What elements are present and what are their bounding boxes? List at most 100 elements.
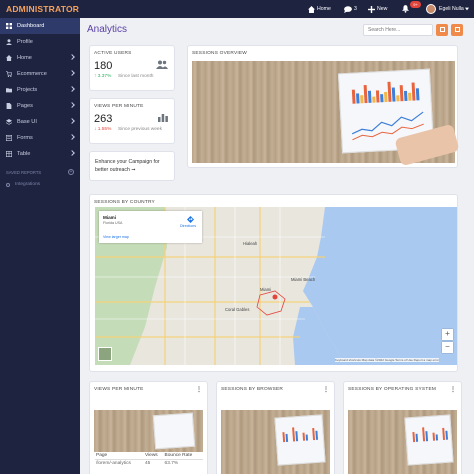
column-header[interactable]: Page	[95, 452, 144, 460]
folder-icon	[6, 88, 12, 93]
sidebar-item-table[interactable]: Table	[0, 146, 80, 162]
active-users-delta: ↑ 3.37%	[94, 74, 112, 79]
more-options-icon[interactable]: ⋮	[323, 386, 329, 393]
sidebar-item-home[interactable]: Home	[0, 50, 80, 66]
user-name: Egeli Nulla	[439, 6, 464, 12]
sidebar-item-label: Integrations	[15, 182, 41, 187]
map-place-name: Miami	[103, 215, 117, 220]
sidebar-item-base-ui[interactable]: Base UI	[0, 114, 80, 130]
map-label: Miami	[260, 287, 272, 292]
card-title: SESSIONS BY OPERATING SYSTEM	[348, 387, 437, 392]
sessions-by-os-card: SESSIONS BY OPERATING SYSTEM ⋮	[343, 381, 462, 474]
user-menu[interactable]: Egeli Nulla	[426, 0, 471, 18]
map-info-panel: Miami Florida USA View larger map Direct…	[99, 211, 202, 243]
chevron-right-icon	[69, 70, 75, 76]
integrations-icon	[6, 182, 10, 187]
card-title: SESSIONS BY BROWSER	[221, 387, 284, 392]
map-label: Coral Gables	[225, 307, 250, 312]
add-report-icon[interactable]: +	[68, 169, 74, 175]
map-place-sub: Florida USA	[103, 221, 123, 225]
brand-logo[interactable]: ADMINISTRATOR	[0, 0, 80, 18]
sidebar-item-label: Home	[17, 55, 32, 61]
map-label: Hialeah	[243, 241, 258, 246]
chevron-right-icon	[69, 54, 75, 60]
sidebar-item-label: Ecommerce	[17, 71, 47, 77]
home-icon	[308, 5, 315, 13]
zoom-out-button[interactable]: −	[442, 342, 453, 353]
user-icon	[6, 39, 12, 45]
topbar-home-label: Home	[317, 6, 331, 12]
table-icon	[6, 151, 12, 157]
table-cell: /lorem/-analytics	[96, 461, 131, 466]
dashboard-icon	[6, 23, 12, 29]
topbar-new-button[interactable]: New	[368, 0, 387, 18]
active-users-value: 180	[94, 60, 113, 72]
promo-card[interactable]: Enhance your Campaign for better outreac…	[89, 151, 175, 181]
filter-button[interactable]	[451, 24, 463, 36]
sidebar-item-label: Dashboard	[17, 23, 45, 29]
column-header[interactable]: Views	[144, 452, 164, 460]
sidebar-item-integrations[interactable]: Integrations	[0, 179, 80, 190]
views-per-minute-card: VIEWS PER MINUTE 263 ↓ 1.55% Since previ…	[89, 98, 175, 144]
sessions-by-browser-card: SESSIONS BY BROWSER ⋮	[216, 381, 335, 474]
layers-icon	[6, 119, 12, 125]
topbar-messages[interactable]: 3	[344, 0, 357, 18]
bell-icon	[402, 5, 409, 13]
bar-chart-icon	[158, 114, 168, 122]
views-per-minute-note: Since previous week	[118, 127, 162, 132]
sidebar-item-profile[interactable]: Profile	[0, 34, 80, 50]
view-larger-map-link[interactable]: View larger map	[103, 235, 129, 239]
filter-icon	[454, 27, 460, 32]
sidebar-item-label: Profile	[17, 39, 33, 45]
messages-count: 3	[354, 6, 357, 12]
directions-link[interactable]: Directions	[180, 224, 196, 228]
active-users-card: ACTIVE USERS 180 ↑ 3.37% Since last mont…	[89, 45, 175, 91]
sidebar-item-dashboard[interactable]: Dashboard	[0, 18, 80, 34]
sidebar-item-ecommerce[interactable]: Ecommerce	[0, 66, 80, 82]
zoom-in-button[interactable]: +	[442, 329, 453, 340]
sidebar-item-projects[interactable]: Projects	[0, 82, 80, 98]
card-title: VIEWS PER MINUTE	[94, 104, 144, 109]
map-label: Miami Beach	[291, 277, 316, 282]
more-options-icon[interactable]: ⋮	[196, 386, 202, 393]
sidebar-item-pages[interactable]: Pages	[0, 98, 80, 114]
report-paper	[404, 414, 454, 466]
topbar-home-link[interactable]: Home	[308, 0, 331, 18]
chevron-right-icon	[69, 102, 75, 108]
sidebar-item-label: Base UI	[17, 119, 37, 125]
table-row: /lorem/-analytics 45 63.7%	[95, 460, 203, 468]
active-users-note: Since last month	[118, 74, 154, 79]
search-input[interactable]	[363, 24, 433, 36]
sidebar-item-label: Pages	[17, 103, 33, 109]
column-header[interactable]: Bounce Rate	[163, 452, 203, 460]
calendar-button[interactable]	[436, 24, 448, 36]
table-cell: 45	[145, 461, 151, 466]
card-title: VIEWS PER MINUTE	[94, 387, 144, 392]
sidebar-item-label: Table	[17, 151, 31, 157]
more-options-icon[interactable]: ⋮	[450, 386, 456, 393]
directions-icon[interactable]	[187, 216, 194, 223]
promo-text: Enhance your Campaign for better outreac…	[95, 159, 160, 173]
report-paper	[152, 412, 196, 450]
vpm-image	[94, 410, 203, 452]
sidebar-section-label: SAVED REPORTS	[6, 170, 42, 175]
views-table: Page Views Bounce Rate /lorem/-analytics…	[95, 452, 203, 467]
form-icon	[6, 135, 12, 141]
report-paper	[274, 414, 326, 466]
browser-image	[221, 410, 330, 474]
map-footer: Keyboard shortcuts Map data ©2022 Google…	[334, 358, 439, 362]
cart-icon	[6, 71, 12, 77]
plus-icon	[368, 5, 375, 13]
map-type-toggle[interactable]	[98, 347, 112, 361]
chevron-right-icon	[69, 86, 75, 92]
paper-chart	[282, 427, 319, 443]
sidebar-item-label: Projects	[17, 87, 38, 93]
notification-badge: 9+	[410, 1, 421, 8]
sessions-overview-image	[192, 61, 460, 167]
table-cell: 63.7%	[164, 461, 179, 466]
file-icon	[6, 103, 12, 109]
chevron-right-icon	[69, 134, 75, 140]
sidebar-item-forms[interactable]: Forms	[0, 130, 80, 146]
users-icon	[156, 60, 168, 69]
country-map[interactable]: Miami Florida USA View larger map Direct…	[95, 207, 457, 365]
